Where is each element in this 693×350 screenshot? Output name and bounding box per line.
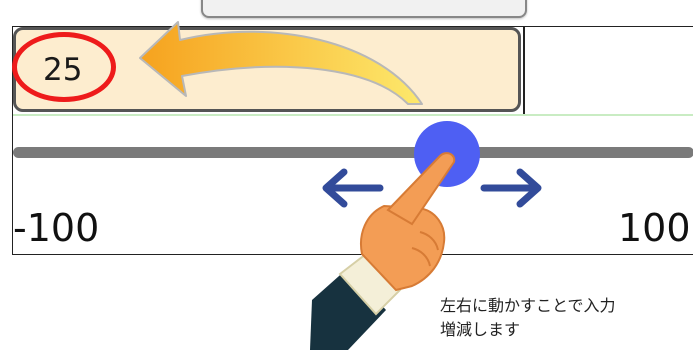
arrow-right-icon [480, 168, 542, 208]
slider-max-label: 100 [618, 206, 691, 250]
caption: 左右に動かすことで入力 増減します [440, 294, 616, 342]
column-divider [523, 26, 525, 118]
highlight-ring [12, 32, 116, 102]
curved-arrow-icon [139, 21, 423, 105]
slider-min-label: -100 [13, 206, 100, 250]
slider-tutorial: 25 -100 100 左右に動かすことで入力 増減します [0, 0, 693, 350]
caption-line-1: 左右に動かすことで入力 [440, 296, 616, 315]
caption-line-2: 増減します [440, 320, 521, 339]
